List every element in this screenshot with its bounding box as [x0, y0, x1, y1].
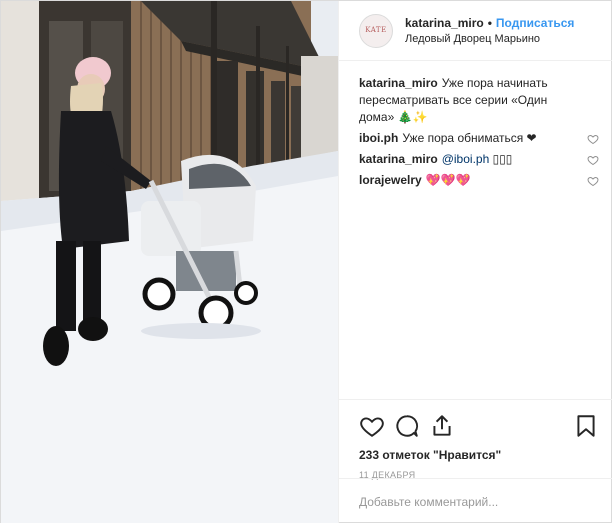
comments-list: katarina_miro Уже пора начинать пересматр…	[359, 75, 599, 193]
comment-username[interactable]: katarina_miro	[359, 152, 438, 166]
header-row: katarina_miro • Подписаться	[405, 15, 574, 31]
comment-text: Уже пора обниматься ❤	[402, 131, 537, 145]
comment-like-heart-icon[interactable]	[587, 154, 599, 166]
comment-username[interactable]: katarina_miro	[359, 76, 438, 90]
comment-like-heart-icon[interactable]	[587, 133, 599, 145]
comment-item: katarina_miro @iboi.ph ▯▯▯	[359, 151, 599, 168]
header-info: katarina_miro • Подписаться Ледовый Двор…	[405, 15, 574, 47]
username-link[interactable]: katarina_miro	[405, 15, 484, 31]
post-header: KATE katarina_miro • Подписаться Ледовый…	[339, 1, 612, 61]
comment-text: ▯▯▯	[492, 152, 513, 166]
follow-button[interactable]: Подписаться	[496, 15, 574, 31]
comment-username[interactable]: lorajewelry	[359, 173, 422, 187]
comment-mention-link[interactable]: @iboi.ph	[442, 152, 490, 166]
bookmark-icon[interactable]	[573, 413, 599, 439]
like-heart-icon[interactable]	[359, 413, 385, 439]
share-icon[interactable]	[429, 413, 455, 439]
likes-count[interactable]: 233 отметок "Нравится"	[359, 448, 599, 462]
post-actions: 233 отметок "Нравится" 11 ДЕКАБРЯ	[339, 399, 612, 480]
separator-dot: •	[487, 15, 492, 30]
avatar[interactable]: KATE	[359, 13, 393, 48]
comment-item: iboi.ph Уже пора обниматься ❤	[359, 130, 599, 147]
comment-like-heart-icon[interactable]	[587, 175, 599, 187]
action-icons-row	[359, 406, 599, 446]
comment-item: katarina_miro Уже пора начинать пересматр…	[359, 75, 599, 126]
comment-username[interactable]: iboi.ph	[359, 131, 398, 145]
comment-text: 💖💖💖	[425, 173, 471, 187]
location-link[interactable]: Ледовый Дворец Марьино	[405, 31, 574, 47]
comment-item: lorajewelry 💖💖💖	[359, 172, 599, 189]
photo-winter-stroller-image	[1, 1, 338, 523]
add-comment-bar	[339, 478, 612, 523]
instagram-post: KATE katarina_miro • Подписаться Ледовый…	[0, 0, 612, 523]
comment-bubble-icon[interactable]	[394, 413, 420, 439]
add-comment-input[interactable]	[359, 494, 593, 509]
avatar-logo-text: KATE	[365, 25, 387, 34]
post-sidebar: KATE katarina_miro • Подписаться Ледовый…	[338, 1, 612, 523]
post-photo[interactable]	[1, 1, 338, 523]
